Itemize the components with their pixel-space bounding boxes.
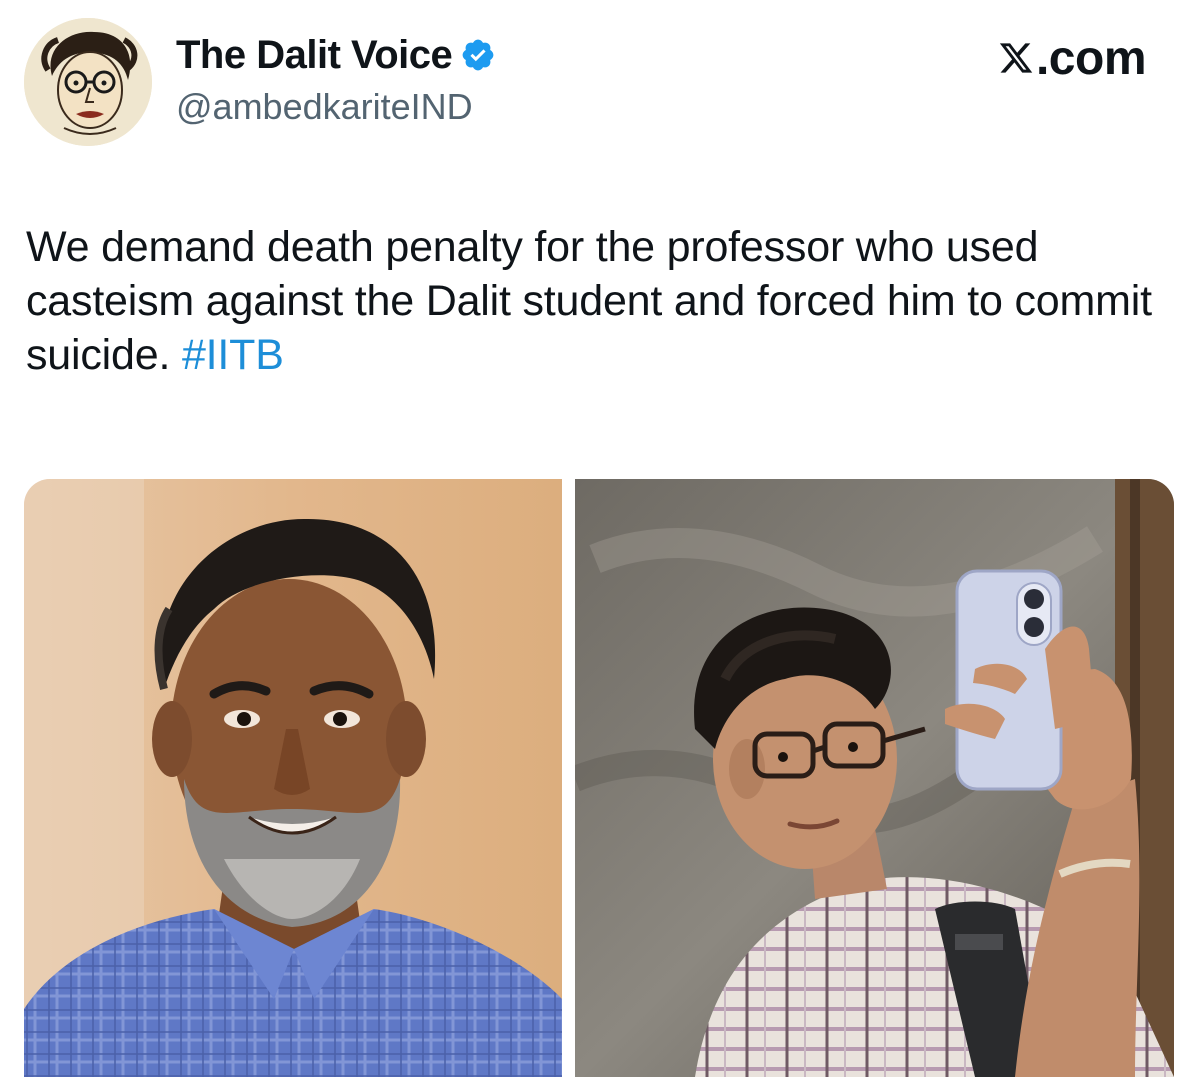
tweet-photo-right[interactable] bbox=[575, 479, 1174, 1077]
author-handle[interactable]: @ambedkariteIND bbox=[176, 86, 473, 128]
verified-badge-icon bbox=[462, 39, 494, 71]
x-logo-icon bbox=[999, 43, 1033, 73]
author-name-row: The Dalit Voice bbox=[176, 32, 496, 78]
author-avatar[interactable] bbox=[24, 18, 152, 146]
avatar-sketch-icon bbox=[24, 18, 152, 146]
brand-domain-suffix: .com bbox=[1035, 31, 1147, 85]
photo-student-selfie-icon bbox=[575, 479, 1174, 1077]
author-display-name[interactable]: The Dalit Voice bbox=[176, 33, 453, 78]
photo-professor-icon bbox=[24, 479, 562, 1077]
tweet-photo-left[interactable] bbox=[24, 479, 562, 1077]
x-brand-watermark: .com bbox=[998, 31, 1147, 85]
hashtag-link[interactable]: #IITB bbox=[182, 331, 284, 379]
tweet-text: We demand death penalty for the professo… bbox=[26, 220, 1176, 382]
